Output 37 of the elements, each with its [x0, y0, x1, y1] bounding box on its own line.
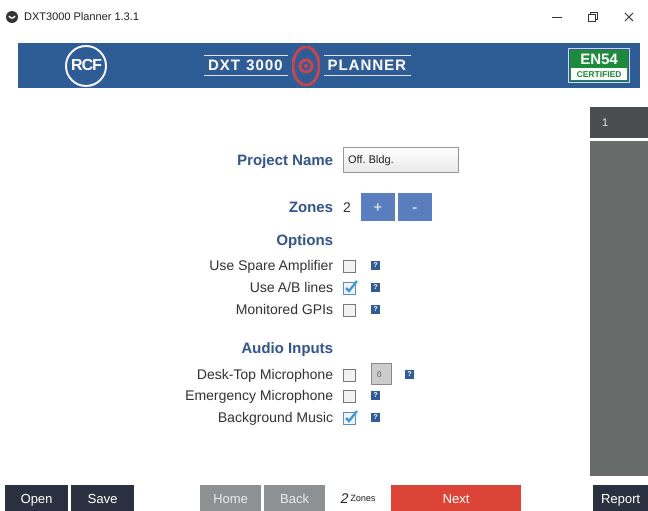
option-label: Desk-Top Microphone — [196, 366, 333, 382]
project-name-field[interactable]: Off. Bldg. — [343, 147, 459, 173]
product-name: DXT 3000 — [204, 55, 288, 76]
field-label: Project Name — [236, 152, 333, 168]
option-label: Background Music — [216, 409, 333, 425]
zone-stepper-button[interactable]: - — [398, 193, 432, 221]
next-button[interactable]: Next — [391, 485, 521, 511]
brand-logo: RCF — [65, 44, 107, 86]
option-label: Use Spare Amplifier — [208, 257, 333, 273]
checkbox[interactable] — [343, 257, 358, 273]
file-button[interactable]: Open — [5, 485, 68, 511]
speaker-icon — [292, 46, 320, 86]
zone-stepper-button[interactable]: + — [360, 193, 395, 221]
zone-count: 2 — [343, 199, 351, 215]
checkbox[interactable] — [343, 387, 358, 403]
checkbox[interactable] — [343, 279, 358, 295]
checkbox[interactable] — [343, 301, 358, 317]
file-button[interactable]: Save — [71, 485, 134, 511]
app-icon — [6, 11, 18, 23]
section-heading: Options — [275, 232, 333, 249]
option-label: Monitored GPIs — [234, 301, 333, 317]
product-subtitle: PLANNER — [324, 55, 412, 76]
checkbox[interactable] — [343, 409, 358, 425]
badge-title: EN54 — [571, 51, 627, 68]
zone-total: 2 — [340, 490, 348, 506]
close-icon[interactable] — [624, 12, 634, 22]
zone-unit: Zones — [350, 493, 376, 503]
checkbox[interactable] — [343, 366, 358, 382]
field-label: Zones — [288, 198, 333, 216]
window-title: DXT3000 Planner 1.3.1 — [24, 11, 140, 23]
restore-icon[interactable] — [588, 12, 598, 22]
option-label: Use A/B lines — [248, 279, 333, 295]
zone-tab[interactable]: 1 — [590, 107, 648, 138]
report-button[interactable]: Report — [593, 485, 648, 511]
section-heading: Audio Inputs — [240, 340, 333, 357]
badge-caption: CERTIFIED — [576, 68, 622, 80]
option-label: Emergency Microphone — [184, 387, 333, 403]
